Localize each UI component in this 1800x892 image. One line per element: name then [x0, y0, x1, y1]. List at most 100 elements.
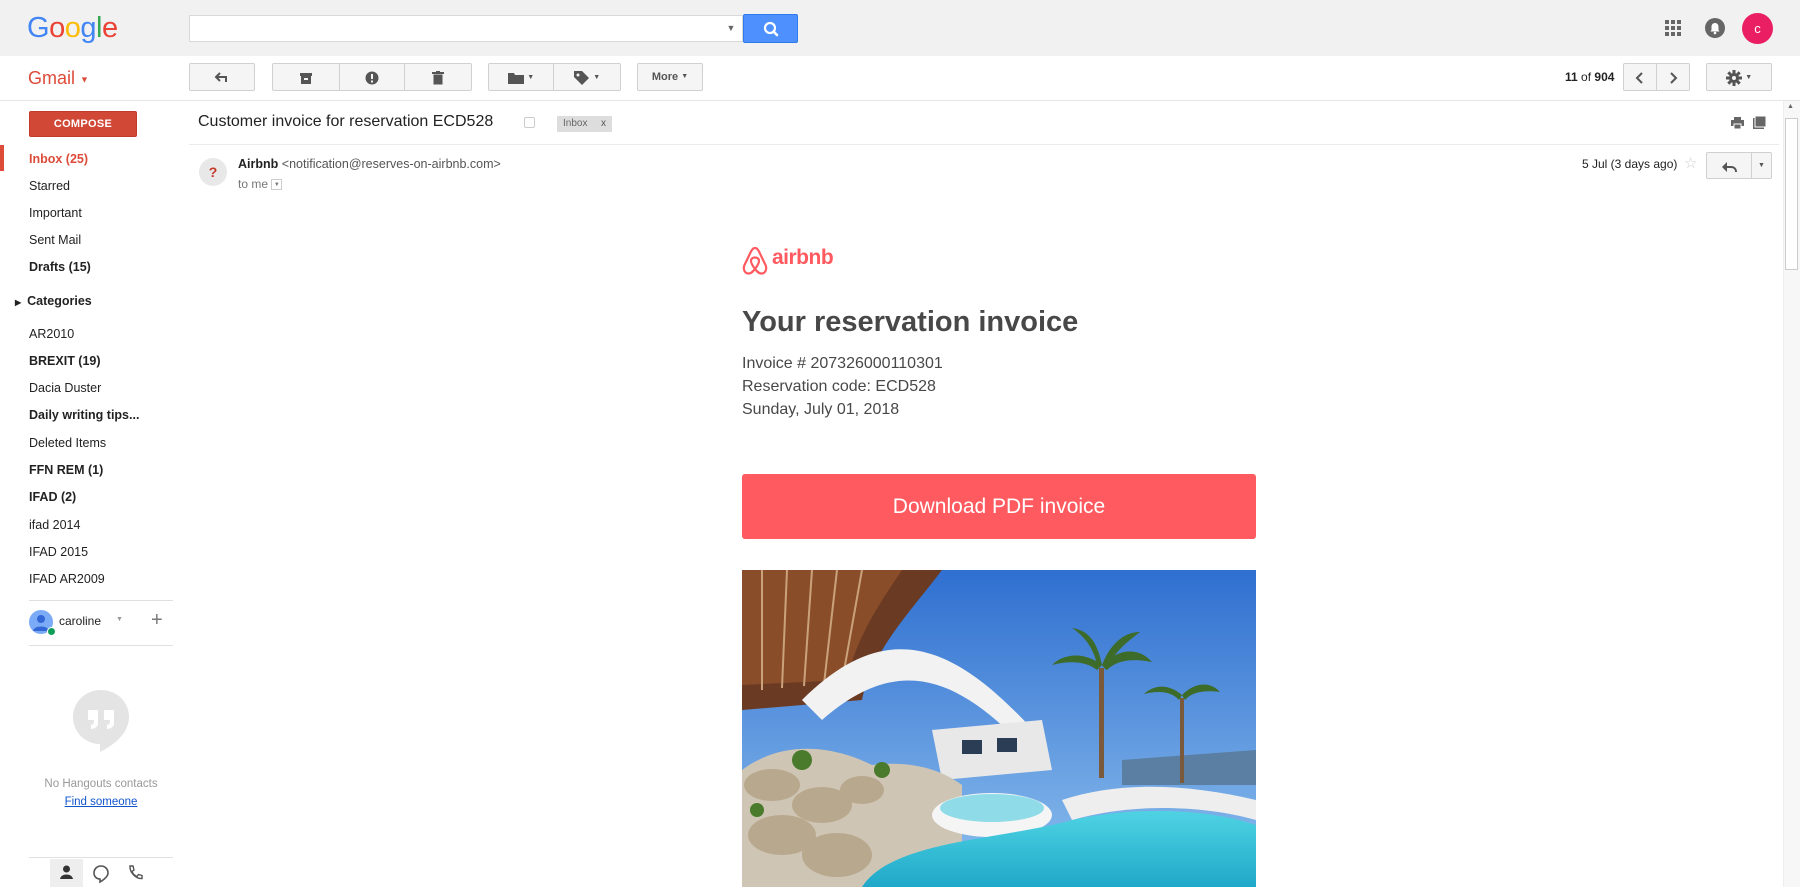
person-icon	[60, 865, 73, 879]
chevron-down-icon: ▼	[681, 73, 689, 81]
villa-pool-photo[interactable]	[742, 570, 1256, 887]
chevron-down-icon: ▼	[1745, 73, 1753, 81]
report-spam-button[interactable]	[339, 63, 405, 91]
move-to-button[interactable]: ▼	[488, 63, 554, 91]
count-of: of	[1581, 70, 1592, 84]
sidebar-item-starred[interactable]: Starred	[29, 176, 70, 196]
chevron-down-icon: ▼	[593, 73, 601, 81]
reply-button[interactable]	[1706, 152, 1752, 179]
search-options-dropdown[interactable]: ▼	[720, 15, 742, 42]
apps-grid-icon[interactable]	[1664, 19, 1682, 37]
villa-pool-image	[742, 570, 1256, 887]
message-subject: Customer invoice for reservation ECD528	[198, 113, 494, 130]
categories-label: Categories	[27, 294, 92, 308]
add-contact-icon[interactable]: +	[151, 609, 163, 632]
inbox-label-chip: Inbox x	[557, 116, 612, 132]
star-icon[interactable]: ☆	[1684, 154, 1697, 172]
remove-label-button[interactable]: x	[601, 116, 606, 132]
chevron-right-icon	[1670, 72, 1678, 84]
count-total: 904	[1594, 70, 1615, 84]
hangouts-icon	[93, 865, 109, 884]
important-marker-icon[interactable]	[524, 117, 535, 128]
sidebar-label-daily-writing-tips[interactable]: Daily writing tips...	[29, 405, 139, 425]
sender-name[interactable]: Airbnb	[238, 157, 278, 171]
more-actions-button[interactable]: More ▼	[637, 63, 703, 91]
search-icon	[763, 21, 779, 37]
sidebar-label-ffn-rem[interactable]: FFN REM (1)	[29, 460, 103, 480]
chevron-left-icon	[1635, 72, 1643, 84]
hangouts-user-name[interactable]: caroline	[59, 614, 101, 628]
find-someone-link[interactable]: Find someone	[29, 796, 173, 808]
sidebar-label-ifad-2015[interactable]: IFAD 2015	[29, 542, 88, 562]
inbox-active-indicator	[0, 145, 4, 171]
sidebar-item-inbox[interactable]: Inbox (25)	[29, 149, 88, 169]
labels-button[interactable]: ▼	[554, 63, 621, 91]
account-avatar[interactable]: c	[1742, 13, 1773, 44]
invoice-date: Sunday, July 01, 2018	[742, 401, 900, 418]
print-icon[interactable]	[1731, 117, 1744, 129]
settings-button[interactable]: ▼	[1706, 63, 1772, 91]
recipients-line: to me ▼	[238, 177, 283, 191]
airbnb-logo-icon[interactable]	[742, 246, 768, 276]
scroll-up-arrow-icon[interactable]: ▲	[1787, 103, 1794, 110]
back-arrow-icon	[214, 72, 227, 82]
label-tag-icon	[573, 70, 589, 85]
sidebar-label-ifad[interactable]: IFAD (2)	[29, 487, 76, 507]
search-input[interactable]	[189, 15, 743, 42]
phone-tab[interactable]	[122, 859, 148, 887]
back-to-inbox-button[interactable]	[189, 63, 255, 91]
delete-button[interactable]	[405, 63, 472, 91]
sidebar-item-important[interactable]: Important	[29, 203, 82, 223]
sidebar-label-ifad-2014[interactable]: ifad 2014	[29, 515, 80, 535]
compose-button[interactable]: COMPOSE	[29, 111, 137, 137]
online-status-dot	[47, 627, 56, 636]
sidebar-divider	[29, 600, 173, 601]
gmail-label-text: Gmail	[28, 68, 76, 88]
action-bar	[0, 56, 1800, 101]
older-button[interactable]	[1656, 63, 1690, 91]
sidebar-label-ar2010[interactable]: AR2010	[29, 324, 74, 344]
airbnb-wordmark[interactable]: airbnb	[772, 246, 834, 270]
sidebar-categories-toggle[interactable]: ▶ Categories	[15, 291, 92, 311]
hangouts-quote-icon	[73, 690, 129, 752]
sender-avatar[interactable]: ?	[199, 158, 227, 186]
contacts-tab[interactable]	[50, 859, 83, 887]
sidebar-item-sent-mail[interactable]: Sent Mail	[29, 230, 81, 250]
caret-right-icon: ▶	[15, 298, 22, 307]
inbox-chip-label: Inbox	[563, 118, 588, 129]
more-reply-options-button[interactable]: ▼	[1751, 152, 1772, 179]
invoice-heading: Your reservation invoice	[742, 306, 1079, 338]
google-logo[interactable]: Google	[27, 12, 118, 45]
invoice-number: Invoice # 207326000110301	[742, 355, 943, 372]
count-current: 11	[1565, 70, 1578, 84]
report-spam-icon	[365, 71, 379, 85]
hangouts-tab[interactable]	[88, 859, 114, 887]
sidebar-label-dacia-duster[interactable]: Dacia Duster	[29, 378, 101, 398]
download-pdf-invoice-button[interactable]: Download PDF invoice	[742, 474, 1256, 539]
newer-button[interactable]	[1623, 63, 1657, 91]
gear-icon	[1725, 69, 1742, 86]
message-counter: 11 of 904	[1565, 70, 1614, 84]
phone-icon	[129, 865, 143, 880]
scrollbar-thumb[interactable]	[1785, 118, 1798, 270]
chevron-down-icon[interactable]: ▼	[116, 616, 123, 623]
sidebar-label-deleted-items[interactable]: Deleted Items	[29, 433, 106, 453]
search-button[interactable]	[743, 14, 798, 43]
subject-divider	[189, 144, 1779, 145]
hangouts-empty-text: No Hangouts contacts	[44, 778, 158, 790]
open-in-new-window-icon[interactable]	[1753, 116, 1766, 129]
to-me-label: to me	[238, 177, 269, 191]
chevron-down-icon: ▼	[527, 73, 535, 81]
archive-icon	[300, 72, 312, 84]
sidebar-label-brexit[interactable]: BREXIT (19)	[29, 351, 101, 371]
archive-button[interactable]	[272, 63, 339, 91]
sidebar-item-drafts[interactable]: Drafts (15)	[29, 257, 91, 277]
folder-icon	[507, 72, 524, 84]
sender-email: <notification@reserves-on-airbnb.com>	[281, 157, 501, 171]
sidebar-label-ifad-ar2009[interactable]: IFAD AR2009	[29, 569, 105, 589]
trash-icon	[432, 70, 444, 85]
gmail-app-switcher[interactable]: Gmail ▼	[28, 68, 89, 89]
sidebar-divider	[29, 645, 173, 646]
show-details-icon[interactable]: ▼	[271, 179, 283, 191]
notifications-bell-icon[interactable]	[1705, 18, 1725, 38]
